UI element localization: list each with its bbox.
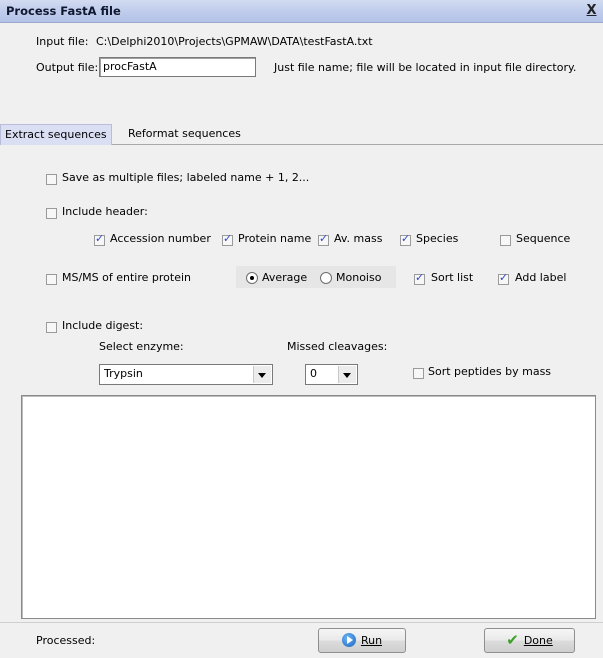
average-label: Average bbox=[262, 271, 308, 284]
sort-list-label: Sort list bbox=[431, 271, 474, 284]
run-button[interactable]: Run bbox=[318, 628, 406, 653]
include-digest-label: Include digest: bbox=[62, 319, 144, 332]
include-digest-checkbox[interactable] bbox=[46, 322, 57, 333]
process-fasta-dialog: Process FastA file X Input file: C:\Delp… bbox=[0, 0, 603, 658]
sequence-checkbox[interactable] bbox=[500, 235, 511, 246]
multiple-files-label: Save as multiple files; labeled name + 1… bbox=[62, 171, 310, 184]
done-button-label: Done bbox=[523, 634, 553, 647]
protein-name-checkbox[interactable] bbox=[222, 232, 233, 246]
enzyme-value: Trypsin bbox=[104, 367, 143, 380]
done-button[interactable]: ✔ Done bbox=[484, 628, 575, 653]
tab-reformat-sequences[interactable]: Reformat sequences bbox=[124, 124, 245, 144]
output-file-field[interactable]: procFastA bbox=[99, 57, 256, 77]
species-checkbox[interactable] bbox=[400, 232, 411, 246]
window-title: Process FastA file bbox=[6, 4, 121, 18]
add-label-checkbox[interactable] bbox=[498, 271, 509, 285]
av-mass-label: Av. mass bbox=[334, 232, 383, 245]
tab-extract-sequences[interactable]: Extract sequences bbox=[0, 124, 112, 145]
input-file-path: C:\Delphi2010\Projects\GPMAW\DATA\testFa… bbox=[96, 35, 373, 48]
play-icon bbox=[341, 633, 356, 647]
checkmark-icon: ✔ bbox=[506, 631, 519, 649]
output-file-hint: Just file name; file will be located in … bbox=[274, 61, 577, 74]
select-enzyme-label: Select enzyme: bbox=[99, 340, 184, 353]
output-memo[interactable] bbox=[21, 395, 596, 619]
include-header-label: Include header: bbox=[62, 205, 148, 218]
enzyme-select[interactable]: Trypsin bbox=[99, 364, 273, 385]
chevron-down-icon[interactable] bbox=[253, 366, 271, 383]
accession-number-checkbox[interactable] bbox=[94, 232, 105, 246]
sort-peptides-label: Sort peptides by mass bbox=[428, 365, 552, 378]
protein-name-label: Protein name bbox=[238, 232, 312, 245]
multiple-files-checkbox[interactable] bbox=[46, 174, 57, 185]
status-bar: Processed: Run ✔ Done bbox=[0, 622, 603, 658]
missed-cleavages-label: Missed cleavages: bbox=[287, 340, 388, 353]
missed-cleavages-select[interactable]: 0 bbox=[305, 364, 358, 385]
sequence-label: Sequence bbox=[516, 232, 571, 245]
sort-list-checkbox[interactable] bbox=[414, 271, 425, 285]
av-mass-checkbox[interactable] bbox=[318, 232, 329, 246]
average-radio[interactable] bbox=[246, 272, 258, 284]
msms-label: MS/MS of entire protein bbox=[62, 271, 192, 284]
processed-label: Processed: bbox=[36, 634, 96, 647]
monoiso-radio[interactable] bbox=[320, 272, 332, 284]
chevron-down-icon[interactable] bbox=[338, 366, 356, 383]
species-label: Species bbox=[416, 232, 459, 245]
run-button-label: Run bbox=[360, 634, 383, 647]
title-bar: Process FastA file X bbox=[0, 0, 603, 23]
sort-peptides-checkbox[interactable] bbox=[413, 368, 424, 379]
missed-cleavages-value: 0 bbox=[310, 367, 317, 380]
close-icon: X bbox=[586, 3, 597, 18]
output-file-label: Output file: bbox=[36, 61, 99, 74]
add-label-label: Add label bbox=[515, 271, 567, 284]
msms-checkbox[interactable] bbox=[46, 274, 57, 285]
tab-strip: Extract sequences Reformat sequences bbox=[0, 124, 603, 145]
close-button[interactable]: X bbox=[584, 3, 599, 18]
monoiso-label: Monoiso bbox=[336, 271, 382, 284]
input-file-label: Input file: bbox=[36, 35, 89, 48]
include-header-checkbox[interactable] bbox=[46, 208, 57, 219]
accession-number-label: Accession number bbox=[110, 232, 211, 245]
